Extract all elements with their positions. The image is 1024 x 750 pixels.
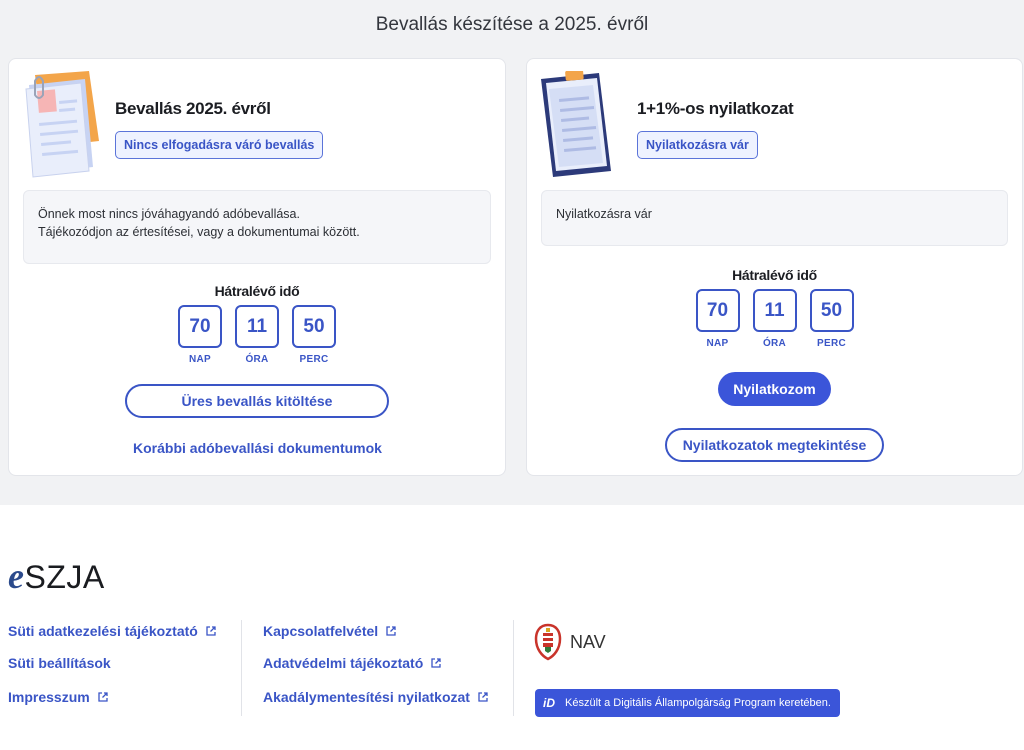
countdown-hours: 11 ÓRA — [235, 305, 279, 365]
digital-citizenship-text: Készült a Digitális Állampolgárság Progr… — [565, 697, 831, 709]
tax-return-card: Bevallás 2025. évről Nincs elfogadásra v… — [8, 58, 506, 476]
external-link-icon — [478, 692, 488, 702]
tax-return-info-line: Önnek most nincs jóváhagyandó adóbevallá… — [38, 207, 300, 221]
declaration-status-badge: Nyilatkozásra vár — [637, 131, 758, 159]
countdown-minutes-value: 50 — [292, 305, 336, 348]
tax-return-info-box: Önnek most nincs jóváhagyandó adóbevallá… — [23, 190, 491, 264]
imprint-label: Impresszum — [8, 689, 90, 705]
imprint-link[interactable]: Impresszum — [8, 689, 108, 705]
tax-document-illustration — [25, 71, 99, 178]
countdown-minutes: 50 PERC — [292, 305, 336, 365]
cookie-settings-link[interactable]: Süti beállítások — [8, 655, 111, 671]
cookie-policy-link[interactable]: Süti adatkezelési tájékoztató — [8, 623, 216, 639]
countdown-minutes-unit: PERC — [299, 354, 329, 365]
footer-divider — [513, 620, 514, 716]
countdown-days-unit: NAP — [188, 354, 211, 365]
eszja-logo[interactable]: eSZJA — [8, 555, 105, 597]
countdown-days-value: 70 — [695, 289, 740, 332]
declaration-card-header: 1+1%-os nyilatkozat Nyilatkozásra vár — [541, 71, 1008, 181]
external-link-icon — [386, 626, 396, 636]
cookie-settings-label: Süti beállítások — [8, 655, 111, 671]
declaration-card: 1+1%-os nyilatkozat Nyilatkozásra vár Ny… — [526, 58, 1023, 476]
countdown-minutes: 50 PERC — [809, 289, 854, 349]
nav-label[interactable]: NAV — [570, 632, 606, 653]
contact-label: Kapcsolatfelvétel — [263, 623, 379, 639]
footer: eSZJA Süti adatkezelési tájékoztató Süti… — [0, 505, 1024, 750]
contact-link[interactable]: Kapcsolatfelvétel — [263, 623, 396, 639]
tax-return-info-line: Tájékozódjon az értesítései, vagy a doku… — [38, 225, 360, 239]
tax-return-card-header: Bevallás 2025. évről Nincs elfogadásra v… — [23, 71, 491, 181]
tax-return-title: Bevallás 2025. évről — [115, 99, 271, 118]
eszja-logo-e: e — [8, 556, 25, 596]
countdown-days: 70 NAP — [178, 305, 222, 365]
clipboard-illustration — [541, 71, 611, 177]
privacy-policy-link[interactable]: Adatvédelmi tájékoztató — [263, 655, 441, 671]
tax-return-status-badge: Nincs elfogadásra váró bevallás — [115, 131, 324, 159]
countdown-hours-value: 11 — [752, 289, 797, 332]
privacy-policy-label: Adatvédelmi tájékoztató — [263, 655, 424, 671]
previous-tax-documents-link[interactable]: Korábbi adóbevallási dokumentumok — [133, 440, 382, 456]
countdown-hours: 11 ÓRA — [752, 289, 797, 349]
declaration-info-text: Nyilatkozásra vár — [556, 207, 652, 221]
nav-crest-icon[interactable] — [534, 623, 562, 661]
countdown-hours-value: 11 — [235, 305, 279, 348]
external-link-icon — [98, 692, 108, 702]
accessibility-statement-label: Akadálymentesítési nyilatkozat — [263, 689, 470, 705]
countdown-days-value: 70 — [178, 305, 222, 348]
footer-divider — [241, 620, 242, 716]
view-declarations-button[interactable]: Nyilatkozatok megtekintése — [665, 428, 884, 462]
cookie-policy-label: Süti adatkezelési tájékoztató — [8, 623, 198, 639]
external-link-icon — [206, 626, 216, 636]
countdown-minutes-unit: PERC — [817, 338, 846, 349]
fill-empty-return-button[interactable]: Üres bevallás kitöltése — [125, 384, 389, 418]
accessibility-statement-link[interactable]: Akadálymentesítési nyilatkozat — [263, 689, 488, 705]
declaration-info-box: Nyilatkozásra vár — [541, 190, 1008, 246]
countdown-days-unit: NAP — [706, 338, 729, 349]
eszja-logo-text: SZJA — [24, 559, 105, 595]
countdown-hours-unit: ÓRA — [762, 338, 787, 349]
countdown-hours-unit: ÓRA — [245, 354, 269, 365]
declare-button[interactable]: Nyilatkozom — [718, 372, 831, 406]
external-link-icon — [431, 658, 441, 668]
countdown-days: 70 NAP — [695, 289, 740, 349]
page-title: Bevallás készítése a 2025. évről — [375, 14, 649, 35]
digital-citizenship-badge[interactable]: iD Készült a Digitális Állampolgárság Pr… — [535, 689, 840, 717]
id-icon: iD — [543, 696, 555, 710]
tax-return-countdown: Hátralévő idő 70 NAP 11 ÓRA 50 PERC — [9, 283, 505, 365]
declaration-countdown: Hátralévő idő 70 NAP 11 ÓRA 50 PERC — [527, 267, 1022, 349]
declaration-title: 1+1%-os nyilatkozat — [637, 99, 794, 118]
countdown-label: Hátralévő idő — [214, 283, 300, 299]
countdown-label: Hátralévő idő — [732, 267, 817, 283]
countdown-minutes-value: 50 — [809, 289, 854, 332]
